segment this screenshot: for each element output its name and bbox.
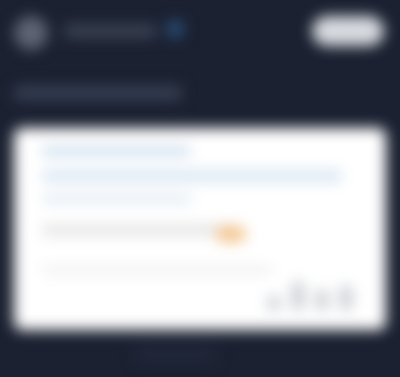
app-header [0,0,400,64]
footer-label [136,345,216,363]
blurred-screen [0,0,400,377]
panel-line-5 [42,266,272,274]
mini-chart-bar [292,282,304,310]
page-title [64,24,156,38]
header-action-button[interactable] [312,16,384,46]
mini-chart-bar [268,296,280,310]
panel-line-1 [42,146,190,156]
accent-badge [216,226,246,242]
mini-chart [268,282,364,310]
status-indicator-icon [166,20,184,38]
panel-line-4 [42,224,234,236]
section-subheading [14,86,182,100]
panel-line-3 [42,194,192,204]
avatar[interactable] [14,16,48,50]
mini-chart-bar [316,290,328,310]
mini-chart-bar [340,286,352,310]
content-panel [14,128,386,330]
panel-line-2 [42,170,342,182]
